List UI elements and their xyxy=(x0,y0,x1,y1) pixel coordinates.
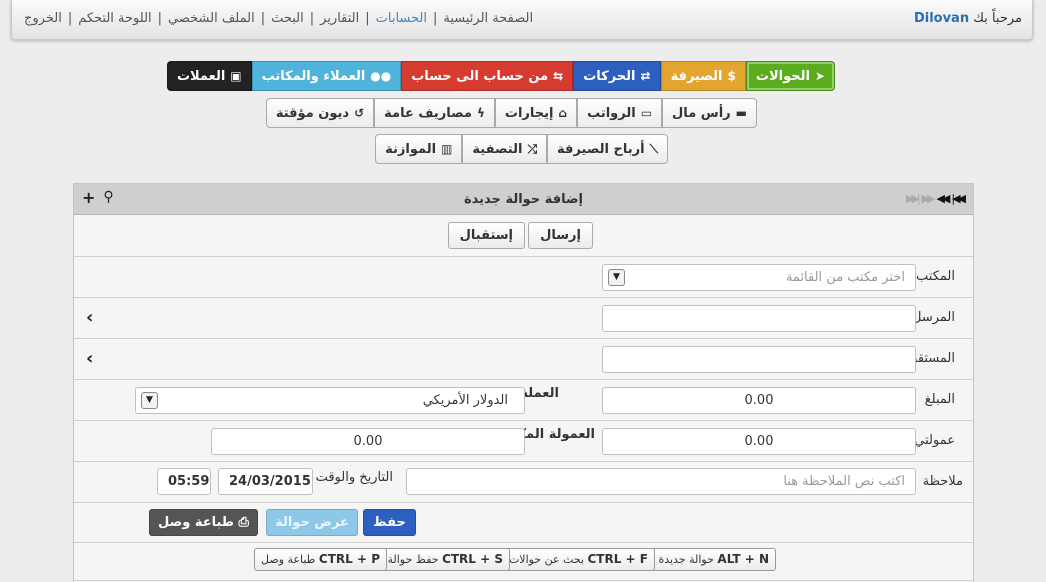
currencies-button[interactable]: ▣ العملات xyxy=(166,61,252,91)
welcome-text: مرحباً بك Dilovan xyxy=(911,11,1022,26)
salaries-button[interactable]: ▭ الرواتب xyxy=(577,98,663,128)
rocket-icon: ➤ xyxy=(814,69,825,83)
nav-link-control-panel[interactable]: اللوحة التحكم xyxy=(78,11,151,26)
welcome-label: مرحباً بك xyxy=(973,11,1022,26)
nav-links: الصفحة الرئيسية | الحسابات | التقارير | الب… xyxy=(24,11,533,26)
nav-link-home[interactable]: الصفحة الرئيسية xyxy=(443,11,533,26)
my-commission-input[interactable]: 0.00 xyxy=(602,428,916,455)
transfers-button[interactable]: ➤ الحوالات xyxy=(745,61,835,91)
view-transfer-button[interactable]: عرض حوالة xyxy=(266,509,358,536)
amount-row: المبلغ 0.00 العملة الدولار الأمريكي ▼ xyxy=(74,380,973,421)
actions-row: حفظ عرض حوالة ⎙ طباعة وصل xyxy=(74,503,973,543)
dollar-icon: $ xyxy=(727,69,736,83)
shortcut-print: CTRL + P طباعة وصل xyxy=(254,548,387,571)
panel-tools: + ⚲ xyxy=(82,190,114,206)
capital-button[interactable]: ▬ رأس مال xyxy=(662,98,757,128)
panel-title: إضافة حوالة جديدة xyxy=(463,192,584,207)
bar-chart-icon: ▥ xyxy=(441,142,453,156)
retweet-icon: ⇆ xyxy=(553,69,564,83)
note-input[interactable]: اكتب نص الملاحظة هنا xyxy=(406,468,916,495)
panel-header: ▶▶| ▶▶ ◀◀ |◀◀ إضافة حوالة جديدة + ⚲ xyxy=(74,184,973,215)
sender-label: المرسل xyxy=(912,310,955,325)
rents-button[interactable]: ⌂ إيجارات xyxy=(494,98,578,128)
nav-separator: | xyxy=(432,11,438,26)
currency-label: العملة xyxy=(520,386,559,401)
nav-separator: | xyxy=(309,11,315,26)
time-input[interactable]: 05:59 xyxy=(157,468,211,495)
money-icon: ▣ xyxy=(230,69,242,83)
random-icon: ⤮ xyxy=(527,142,538,156)
reports-toolbar: ⟋ أرباح الصيرفة ⤮ التصفية ▥ الموازنة xyxy=(375,134,668,164)
commission-row: عمولتي 0.00 العمولة المكتب 0.00 xyxy=(74,421,973,462)
print-icon: ⎙ xyxy=(234,515,249,530)
receiver-row: المستقبل › xyxy=(74,339,973,380)
exchange-profits-button[interactable]: ⟋ أرباح الصيرفة xyxy=(547,134,668,164)
amount-input[interactable]: 0.00 xyxy=(602,387,916,414)
clients-offices-button[interactable]: ●● العملاء والمكاتب xyxy=(251,61,402,91)
bolt-icon: ϟ xyxy=(476,106,485,120)
temporary-debts-button[interactable]: ↺ ديون مؤقتة xyxy=(265,98,375,128)
chevron-right-icon[interactable]: › xyxy=(86,350,93,368)
movements-button[interactable]: ⇄ الحركات xyxy=(573,61,661,91)
print-receipt-button[interactable]: ⎙ طباعة وصل xyxy=(149,509,258,536)
history-icon: ↺ xyxy=(354,106,365,120)
direction-row: إرسال إستقبال xyxy=(74,215,973,257)
search-icon[interactable]: ⚲ xyxy=(103,190,113,206)
shortcuts-row: ALT + N حوالة جديدة CTRL + F بحث عن حوال… xyxy=(74,543,973,581)
shortcut-save: CTRL + S حفظ حوالة xyxy=(380,548,510,571)
exchange-button[interactable]: $ الصيرفة xyxy=(660,61,746,91)
briefcase-icon: ▬ xyxy=(735,106,747,120)
main-module-toolbar: ➤ الحوالات $ الصيرفة ⇄ الحركات ⇆ من حساب الى… xyxy=(166,61,835,91)
nav-link-search[interactable]: البحث xyxy=(271,11,304,26)
send-button[interactable]: إرسال xyxy=(528,222,593,249)
note-row: ملاحظة اكتب نص الملاحظة هنا التاريخ والو… xyxy=(74,462,973,503)
balance-button[interactable]: ▥ الموازنة xyxy=(375,134,463,164)
exchange-icon: ⇄ xyxy=(640,69,651,83)
office-label: المكتب xyxy=(916,269,955,284)
nav-separator: | xyxy=(260,11,266,26)
top-navbar: مرحباً بك Dilovan الصفحة الرئيسية | الحسا… xyxy=(11,0,1033,40)
currency-select[interactable]: الدولار الأمريكي ▼ xyxy=(135,387,525,414)
date-input[interactable]: 24/03/2015 xyxy=(218,468,313,495)
note-label: ملاحظة xyxy=(922,474,963,489)
shortcut-new-transfer: ALT + N حوالة جديدة xyxy=(651,548,776,571)
account-to-account-button[interactable]: ⇆ من حساب الى حساب xyxy=(401,61,574,91)
nav-link-logout[interactable]: الخروج xyxy=(24,11,62,26)
nav-separator: | xyxy=(365,11,370,26)
nav-separator: | xyxy=(67,11,73,26)
amount-label: المبلغ xyxy=(924,392,955,407)
nav-link-accounts[interactable]: الحسابات xyxy=(376,11,427,26)
settlement-button[interactable]: ⤮ التصفية xyxy=(462,134,548,164)
my-commission-label: عمولتي xyxy=(914,433,955,448)
home-icon: ⌂ xyxy=(558,106,568,120)
receive-button[interactable]: إستقبال xyxy=(447,222,525,249)
add-icon[interactable]: + xyxy=(82,190,95,206)
chevron-down-icon[interactable]: ▼ xyxy=(141,392,158,409)
username[interactable]: Dilovan xyxy=(914,11,969,26)
sender-input[interactable] xyxy=(602,305,916,332)
calendar-icon: ▭ xyxy=(640,106,653,120)
nav-link-reports[interactable]: التقارير xyxy=(320,11,359,26)
new-transfer-panel: ▶▶| ▶▶ ◀◀ |◀◀ إضافة حوالة جديدة + ⚲ إرسا… xyxy=(73,183,974,582)
office-commission-input[interactable]: 0.00 xyxy=(211,428,525,455)
save-button[interactable]: حفظ xyxy=(363,509,416,536)
receiver-input[interactable] xyxy=(602,346,916,373)
users-icon: ●● xyxy=(370,69,392,83)
office-select[interactable]: اختر مكتب من القائمة ▼ xyxy=(602,264,916,291)
datetime-label: التاريخ والوقت xyxy=(315,470,393,485)
expenses-toolbar: ▬ رأس مال ▭ الرواتب ⌂ إيجارات ϟ مصاريف عامة … xyxy=(265,98,757,128)
chevron-right-icon[interactable]: › xyxy=(86,309,93,327)
nav-separator: | xyxy=(157,11,163,26)
chevron-down-icon[interactable]: ▼ xyxy=(608,269,625,286)
office-row: المكتب اختر مكتب من القائمة ▼ xyxy=(74,257,973,298)
general-expenses-button[interactable]: ϟ مصاريف عامة xyxy=(374,98,495,128)
shortcut-search: CTRL + F بحث عن حوالات xyxy=(501,548,655,571)
sender-row: المرسل › xyxy=(74,298,973,339)
line-chart-icon: ⟋ xyxy=(649,142,658,156)
nav-link-profile[interactable]: الملف الشخصي xyxy=(168,11,255,26)
